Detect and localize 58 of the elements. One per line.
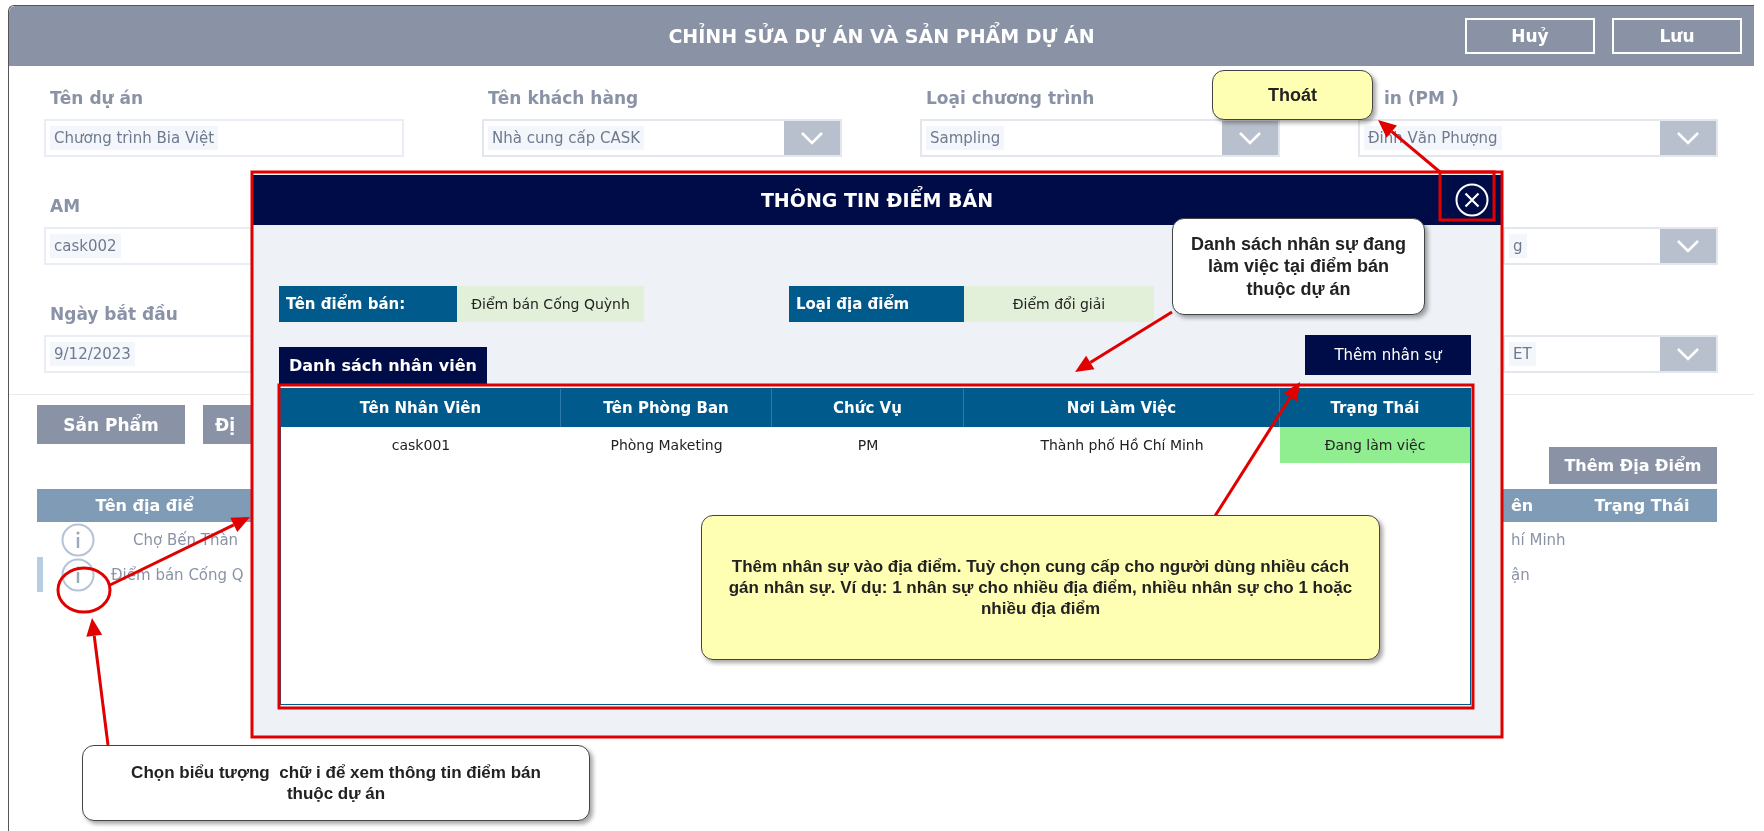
table-cell-text: cask001 bbox=[390, 436, 452, 455]
field-value: cask002 bbox=[50, 234, 121, 258]
column-header: Tên Nhân Viên bbox=[281, 389, 561, 427]
column-header: Trạng Thái bbox=[1329, 398, 1421, 419]
table-cell-text: ận bbox=[1510, 565, 1531, 584]
info-icon[interactable] bbox=[61, 557, 95, 592]
chevron-down-icon bbox=[1676, 239, 1700, 253]
field-value: ET bbox=[1509, 342, 1536, 366]
table-cell-text: PM bbox=[856, 436, 880, 455]
table-cell-text: hí Minh bbox=[1510, 530, 1567, 549]
chevron-down-icon bbox=[1676, 131, 1700, 145]
callout-note: Danh sách nhân sự đang làm việc tại điểm bán thuộc dự án bbox=[1172, 218, 1425, 315]
chevron-down-icon bbox=[1676, 347, 1700, 361]
field-label: Ngày bắt đầu bbox=[50, 303, 178, 326]
field-value: Sampling bbox=[926, 126, 1005, 150]
field-label: in (PM ) bbox=[1384, 87, 1459, 110]
chevron-down-icon bbox=[1238, 131, 1262, 145]
table-cell-text: Thành phố Hồ Chí Minh bbox=[1039, 436, 1205, 455]
field-value: Nhà cung cấp CASK bbox=[488, 126, 645, 150]
column-header: Tên Phòng Ban bbox=[561, 389, 772, 427]
highlight-ring bbox=[56, 566, 112, 614]
field-label: Tên dự án bbox=[50, 87, 144, 110]
info-label: Tên điểm bán: bbox=[279, 286, 457, 322]
info-value: Điểm đổi giải bbox=[964, 286, 1154, 322]
field-label: AM bbox=[50, 195, 81, 218]
dropdown-field[interactable]: Sampling bbox=[920, 119, 1280, 157]
field-label: Loại chương trình bbox=[926, 87, 1095, 110]
callout-note: Chọn biểu tượng chữ i để xem thông tin điểm bán thuộc dự án bbox=[82, 745, 590, 821]
header-button[interactable]: Lưu bbox=[1612, 18, 1742, 54]
info-label: Loại địa điểm bbox=[789, 286, 964, 322]
column-header: Chức Vụ bbox=[772, 389, 964, 427]
column-header: ên bbox=[1510, 496, 1535, 515]
field-value: 9/12/2023 bbox=[50, 342, 135, 366]
column-header: Trạng Thái bbox=[1593, 496, 1691, 515]
text-field[interactable]: cask002 bbox=[44, 227, 252, 265]
text-field[interactable]: Chương trình Bia Việt bbox=[44, 119, 404, 157]
text-field[interactable]: 9/12/2023 bbox=[44, 335, 252, 373]
field-label: Tên khách hàng bbox=[488, 87, 639, 110]
tab[interactable]: Sản Phẩm bbox=[37, 405, 185, 444]
table-cell-text: Phòng Maketing bbox=[609, 436, 724, 455]
dropdown-field[interactable]: g bbox=[1503, 227, 1718, 265]
chevron-down-icon bbox=[800, 131, 824, 145]
info-value: Điểm bán Cống Quỳnh bbox=[457, 286, 644, 322]
header-button[interactable]: Huỷ bbox=[1465, 18, 1595, 54]
column-header: Nơi Làm Việc bbox=[964, 389, 1280, 427]
callout-note: Thêm nhân sự vào địa điểm. Tuỳ chọn cung cấp cho người dùng nhiều cách gán nhân sự. Ví dụ: 1 nhân sự cho nhiều địa điểm, nhiều nhân sự cho 1 hoặc nhiều địa điểm bbox=[701, 515, 1380, 660]
field-value: Chương trình Bia Việt bbox=[50, 126, 219, 150]
dropdown-field[interactable]: ET bbox=[1503, 335, 1718, 373]
column-header: Tên địa điể bbox=[94, 496, 195, 515]
field-value: g bbox=[1509, 234, 1527, 258]
status-cell: Đang làm việc bbox=[1280, 427, 1470, 463]
callout-note: Thoát bbox=[1212, 70, 1373, 120]
add-staff-button[interactable]: Thêm nhân sự bbox=[1305, 335, 1471, 375]
tab[interactable]: Đị bbox=[203, 405, 252, 444]
list-title: Danh sách nhân viên bbox=[279, 347, 487, 384]
add-location-button[interactable]: Thêm Địa Điểm bbox=[1549, 447, 1717, 484]
dropdown-field[interactable]: Nhà cung cấp CASK bbox=[482, 119, 842, 157]
close-button[interactable] bbox=[1455, 183, 1489, 217]
